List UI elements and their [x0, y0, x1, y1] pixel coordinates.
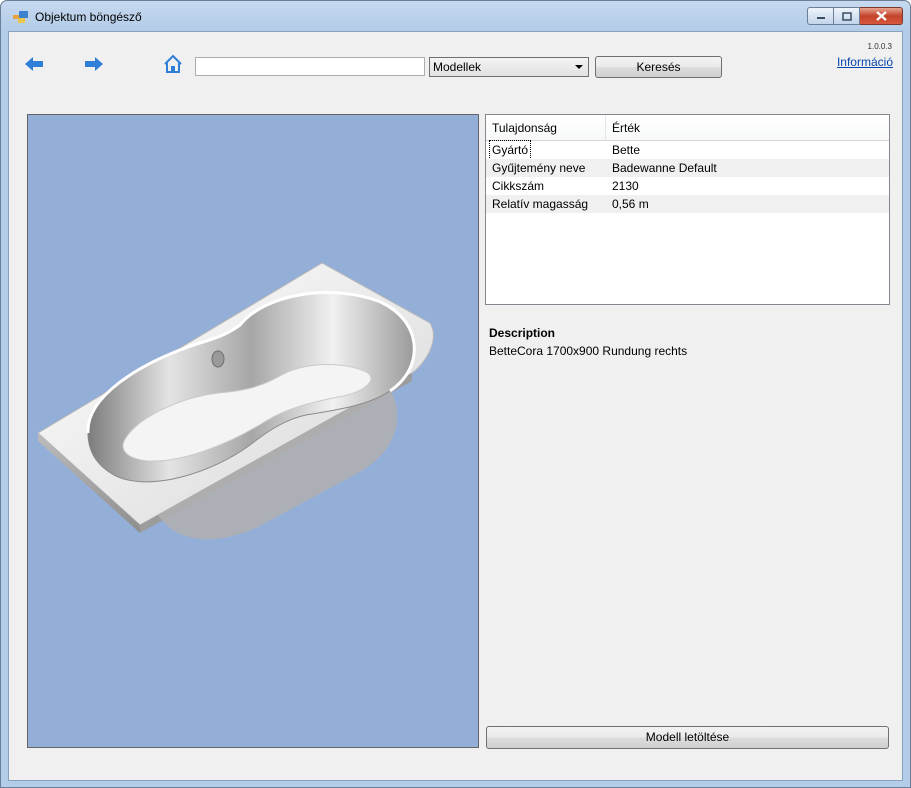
forward-button[interactable]	[83, 54, 105, 74]
version-label: 1.0.0.3	[867, 42, 892, 51]
property-row[interactable]: Cikkszám 2130	[486, 177, 889, 195]
maximize-button[interactable]	[834, 7, 860, 25]
download-model-button[interactable]: Modell letöltése	[486, 726, 889, 749]
back-button[interactable]	[23, 54, 45, 74]
properties-grid-header: Tulajdonság Érték	[486, 115, 889, 141]
column-separator	[605, 115, 606, 140]
column-header-value[interactable]: Érték	[612, 121, 640, 135]
home-button[interactable]	[162, 54, 184, 74]
title-bar[interactable]: Objektum böngésző	[1, 1, 910, 31]
description-text: BetteCora 1700x900 Rundung rechts	[489, 344, 688, 358]
search-input[interactable]	[195, 57, 425, 76]
minimize-button[interactable]	[807, 7, 834, 25]
property-row[interactable]: Relatív magasság 0,56 m	[486, 195, 889, 213]
app-window: Objektum böngésző Modellek Keresés 1.0.0…	[0, 0, 911, 788]
model-3d-viewport[interactable]	[27, 114, 479, 748]
property-row[interactable]: Gyűjtemény neve Badewanne Default	[486, 159, 889, 177]
window-controls	[807, 7, 903, 26]
category-select[interactable]: Modellek	[429, 57, 589, 77]
property-value: 0,56 m	[612, 197, 649, 211]
description-title: Description	[489, 326, 556, 340]
property-key: Cikkszám	[492, 179, 545, 193]
chevron-down-icon	[575, 65, 583, 69]
property-value: 2130	[612, 179, 639, 193]
property-key: Relatív magasság	[492, 197, 589, 211]
property-value: Badewanne Default	[612, 161, 717, 175]
maximize-icon	[841, 11, 852, 21]
property-key: Gyűjtemény neve	[492, 161, 586, 175]
window-title: Objektum böngésző	[35, 10, 142, 24]
home-icon	[164, 54, 182, 73]
bathtub-model-image	[37, 262, 434, 540]
close-icon	[875, 11, 887, 21]
property-value: Bette	[612, 143, 641, 157]
toolbar: Modellek Keresés 1.0.0.3 Információ	[9, 32, 902, 92]
search-button[interactable]: Keresés	[595, 56, 722, 78]
category-select-value: Modellek	[433, 60, 482, 74]
close-button[interactable]	[860, 7, 903, 25]
column-header-property[interactable]: Tulajdonság	[492, 121, 557, 135]
arrow-right-icon	[85, 57, 103, 71]
properties-grid[interactable]: Tulajdonság Érték Gyártó Bette Gyűjtemén…	[485, 114, 890, 305]
app-window-icon	[13, 11, 28, 23]
property-row[interactable]: Gyártó Bette	[486, 140, 889, 160]
main-panel: Modellek Keresés 1.0.0.3 Információ Tula…	[8, 31, 903, 781]
info-link[interactable]: Információ	[837, 55, 893, 69]
arrow-left-icon	[25, 57, 43, 71]
minimize-icon	[816, 17, 825, 19]
property-key: Gyártó	[488, 140, 532, 160]
